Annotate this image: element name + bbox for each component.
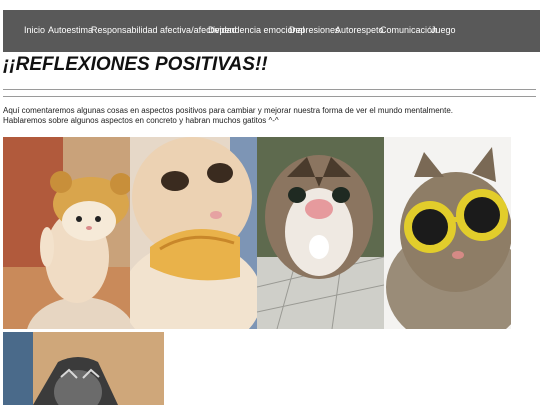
divider-bottom <box>3 96 536 97</box>
top-navbar: Inicio Autoestima Responsabilidad afecti… <box>3 10 540 52</box>
cat-in-bear-hat-photo <box>3 137 130 329</box>
nav-item-comunicacion[interactable]: Comunicación <box>380 25 437 35</box>
intro-line-2: Hablaremos sobre algunos aspectos en con… <box>3 116 279 125</box>
cat-with-bread-photo <box>130 137 257 329</box>
nav-item-inicio[interactable]: Inicio <box>24 25 45 35</box>
nav-item-depresiones[interactable]: Depresiones <box>289 25 340 35</box>
nav-item-juego[interactable]: Juego <box>431 25 456 35</box>
cat-in-box-photo <box>3 332 164 405</box>
intro-line-1: Aquí comentaremos algunas cosas en aspec… <box>3 106 453 115</box>
cat-with-yellow-sunglasses-photo <box>384 137 511 329</box>
divider-top <box>3 89 536 90</box>
page-title: ¡¡REFLEXIONES POSITIVAS!! <box>3 54 268 75</box>
nav-item-autoestima[interactable]: Autoestima <box>48 25 93 35</box>
nav-item-autorespeto[interactable]: Autorespeto <box>335 25 384 35</box>
cat-closeup-face-photo <box>257 137 384 329</box>
